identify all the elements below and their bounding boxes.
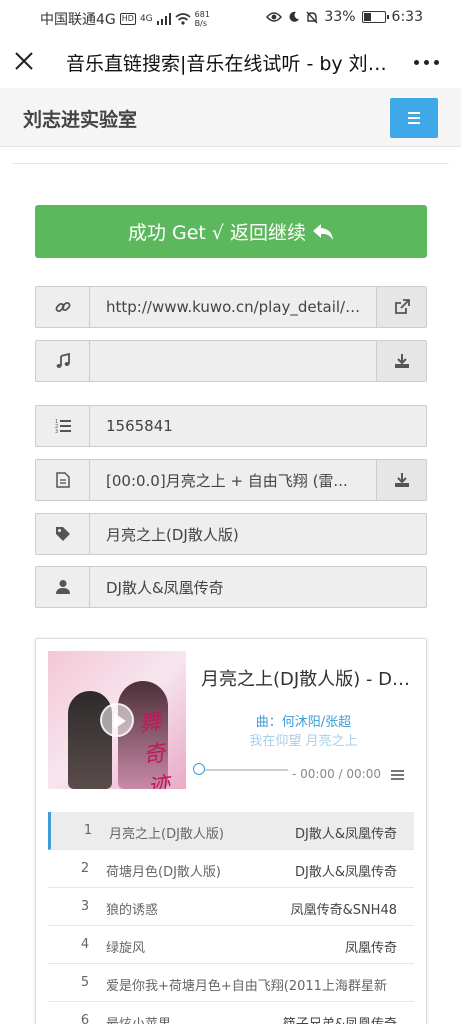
speed-value: 681 — [194, 10, 210, 19]
music-field-group — [35, 340, 427, 382]
music-url-field[interactable] — [90, 341, 376, 381]
wifi-icon — [175, 13, 191, 25]
moon-icon — [289, 11, 300, 22]
signal-icon — [156, 13, 171, 25]
artist-field[interactable]: DJ散人&凤凰传奇 — [90, 567, 426, 607]
eye-icon — [266, 12, 283, 22]
success-button-label: 成功 Get √ 返回继续 — [127, 222, 307, 244]
svg-text:3: 3 — [55, 429, 58, 434]
playlist: 1 月亮之上(DJ散人版) DJ散人&凤凰传奇 2 荷塘月色(DJ散人版) DJ… — [48, 812, 414, 1024]
status-left: 中国联通4G HD 4G 681 B/s — [40, 9, 213, 29]
download-lyrics-button[interactable] — [376, 460, 426, 500]
progress-knob[interactable] — [193, 763, 205, 775]
player-time: - 00:00 / 00:00 — [292, 767, 381, 781]
open-link-button[interactable] — [376, 287, 426, 327]
carrier-label: 中国联通4G — [40, 12, 116, 28]
id-field-group: 123 1565841 — [35, 405, 427, 447]
ordered-list-icon: 123 — [36, 406, 90, 446]
playlist-item[interactable]: 4 绿旋风 凤凰传奇 — [48, 926, 414, 964]
playlist-item[interactable]: 2 荷塘月色(DJ散人版) DJ散人&凤凰传奇 — [48, 850, 414, 888]
player-song-title: 月亮之上(DJ散人版) - DJ散人&凤凰传奇 — [201, 669, 411, 690]
close-icon[interactable] — [13, 50, 35, 72]
progress-bar[interactable] — [196, 769, 288, 771]
user-icon — [36, 567, 90, 607]
success-return-button[interactable]: 成功 Get √ 返回继续 — [35, 205, 427, 258]
browser-titlebar: 音乐直链搜索|音乐在线试听 - by 刘志进实验室 — [0, 34, 461, 88]
download-music-button[interactable] — [376, 341, 426, 381]
external-link-icon — [394, 299, 410, 314]
page-title: 音乐直链搜索|音乐在线试听 - by 刘志进实验室 — [66, 53, 396, 75]
link-field-group: http://www.kuwo.cn/play_detail/1565841 — [35, 286, 427, 328]
lyrics-field-group: [00:0.0]月亮之上 + 自由飞翔 (雷... — [35, 459, 427, 501]
song-title-field[interactable]: 月亮之上(DJ散人版) — [90, 514, 426, 554]
title-field-group: 月亮之上(DJ散人版) — [35, 513, 427, 555]
playlist-item[interactable]: 6 最炫小苹果 筷子兄弟&凤凰传奇 — [48, 1002, 414, 1024]
reply-icon — [313, 223, 334, 240]
playlist-item[interactable]: 1 月亮之上(DJ散人版) DJ散人&凤凰传奇 — [48, 812, 414, 850]
network-type: 4G — [139, 13, 153, 24]
song-id-field[interactable]: 1565841 — [90, 406, 426, 446]
site-header: 刘志进实验室 — [0, 88, 461, 147]
playlist-item[interactable]: 3 狼的诱惑 凤凰传奇&SNH48 — [48, 888, 414, 926]
divider — [12, 163, 449, 164]
tag-icon — [36, 514, 90, 554]
speed-unit: B/s — [194, 19, 208, 28]
lyric-current-line: 曲：何沐阳/张超 — [255, 715, 352, 730]
lyric-next-line: 我在仰望 月亮之上 — [249, 734, 358, 749]
music-player: 舞奇迹 月亮之上(DJ散人版) - DJ散人&凤凰传奇 曲：何沐阳/张超 我在仰… — [35, 638, 427, 1024]
hd-badge: HD — [119, 13, 136, 25]
artist-field-group: DJ散人&凤凰传奇 — [35, 566, 427, 608]
battery-percent: 33% — [324, 9, 356, 25]
network-speed: 681 B/s — [195, 10, 213, 28]
link-field[interactable]: http://www.kuwo.cn/play_detail/1565841 — [90, 287, 376, 327]
battery-icon — [361, 11, 389, 23]
playlist-toggle-icon[interactable] — [391, 770, 404, 782]
site-brand[interactable]: 刘志进实验室 — [23, 105, 137, 132]
clock: 6:33 — [391, 9, 423, 25]
play-icon[interactable] — [100, 703, 134, 737]
status-bar: 中国联通4G HD 4G 681 B/s 33% 6:33 — [0, 0, 461, 34]
playlist-item[interactable]: 5 爱是你我+荷塘月色+自由飞翔(2011上海群星新 — [48, 964, 414, 1002]
download-icon — [394, 354, 409, 368]
download-icon — [394, 473, 409, 487]
bell-off-icon — [306, 11, 318, 23]
lyrics-field[interactable]: [00:0.0]月亮之上 + 自由飞翔 (雷... — [90, 460, 376, 500]
more-options-icon[interactable] — [414, 60, 439, 65]
music-icon — [36, 341, 90, 381]
menu-toggle-button[interactable] — [390, 98, 438, 138]
status-right: 33% 6:33 — [266, 9, 423, 25]
link-icon — [36, 287, 90, 327]
album-cover: 舞奇迹 — [48, 651, 186, 789]
file-text-icon — [36, 460, 90, 500]
